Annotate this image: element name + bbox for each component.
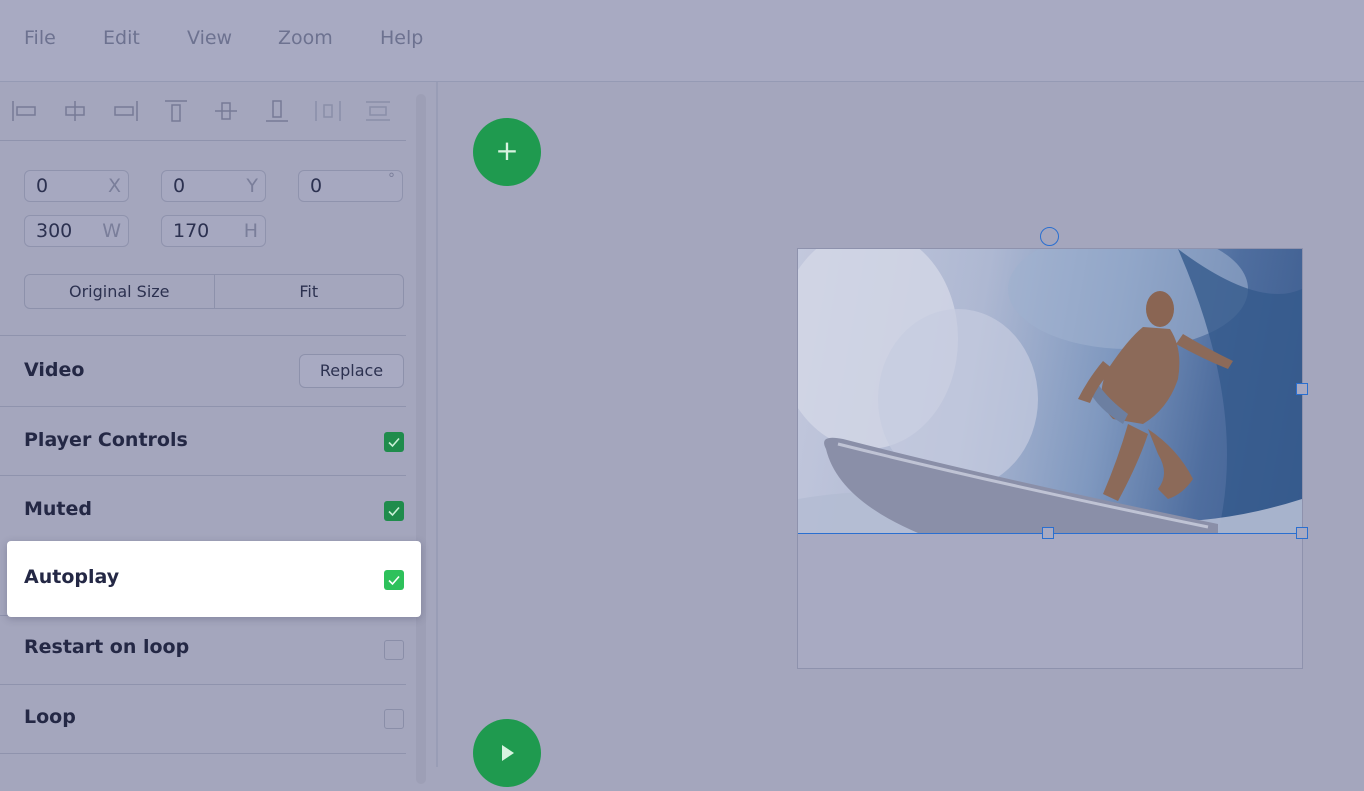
align-middle-vertical-icon[interactable] (212, 100, 240, 122)
resize-handle-right[interactable] (1296, 383, 1308, 395)
rotation-value: 0 (310, 175, 323, 197)
height-value: 170 (173, 220, 210, 242)
width-unit-label: W (102, 220, 121, 242)
resize-handle-bottom-right[interactable] (1296, 527, 1308, 539)
divider (0, 335, 406, 336)
check-icon (388, 437, 400, 448)
player-controls-checkbox[interactable] (384, 432, 404, 452)
menu-file[interactable]: File (24, 27, 56, 49)
menu-view[interactable]: View (187, 27, 232, 49)
autoplay-row[interactable]: Autoplay (7, 541, 421, 617)
y-unit-label: Y (246, 175, 258, 197)
width-field[interactable]: 300 W (24, 215, 129, 247)
height-field[interactable]: 170 H (161, 215, 266, 247)
video-thumbnail[interactable] (798, 249, 1302, 534)
align-center-horizontal-icon[interactable] (61, 100, 89, 122)
menu-help[interactable]: Help (380, 27, 423, 49)
divider (0, 406, 406, 407)
check-icon (388, 506, 400, 517)
y-value: 0 (173, 175, 186, 197)
align-right-icon[interactable] (111, 100, 139, 122)
check-icon (388, 575, 400, 586)
alignment-toolbar (0, 82, 406, 141)
rotation-field[interactable]: 0 ° (298, 170, 403, 202)
width-value: 300 (36, 220, 73, 242)
x-field[interactable]: 0 X (24, 170, 129, 202)
menu-edit[interactable]: Edit (103, 27, 140, 49)
align-left-icon[interactable] (11, 100, 39, 122)
rotation-unit-label: ° (388, 171, 395, 187)
add-element-button[interactable]: + (473, 118, 541, 186)
menu-bar: File Edit View Zoom Help (0, 0, 1364, 82)
fit-button[interactable]: Fit (213, 275, 404, 308)
loop-checkbox[interactable] (384, 709, 404, 729)
restart-on-loop-label: Restart on loop (24, 636, 190, 658)
properties-panel: 0 X 0 Y 0 ° 300 W 170 H Original Size Fi… (0, 82, 438, 784)
align-bottom-icon[interactable] (263, 100, 291, 122)
autoplay-label: Autoplay (24, 566, 120, 588)
muted-checkbox[interactable] (384, 501, 404, 521)
x-unit-label: X (107, 175, 121, 197)
video-label: Video (24, 359, 85, 381)
align-top-icon[interactable] (162, 100, 190, 122)
distribute-horizontal-icon[interactable] (314, 100, 342, 122)
distribute-vertical-icon[interactable] (364, 100, 392, 122)
divider (0, 684, 406, 685)
divider (0, 475, 406, 476)
surfer-image (798, 249, 1302, 533)
size-button-group: Original Size Fit (24, 274, 404, 309)
play-icon (502, 745, 514, 761)
divider (0, 753, 406, 754)
x-value: 0 (36, 175, 49, 197)
restart-on-loop-checkbox[interactable] (384, 640, 404, 660)
height-unit-label: H (243, 220, 258, 242)
panel-scrollbar[interactable] (416, 94, 426, 784)
play-button[interactable] (473, 719, 541, 787)
menu-zoom[interactable]: Zoom (278, 27, 333, 49)
rotate-handle[interactable] (1040, 227, 1059, 246)
player-controls-label: Player Controls (24, 429, 188, 451)
original-size-button[interactable]: Original Size (25, 275, 214, 308)
loop-label: Loop (24, 706, 76, 728)
y-field[interactable]: 0 Y (161, 170, 266, 202)
autoplay-checkbox[interactable] (384, 570, 404, 590)
resize-handle-bottom[interactable] (1042, 527, 1054, 539)
muted-label: Muted (24, 498, 93, 520)
replace-button[interactable]: Replace (299, 354, 404, 388)
